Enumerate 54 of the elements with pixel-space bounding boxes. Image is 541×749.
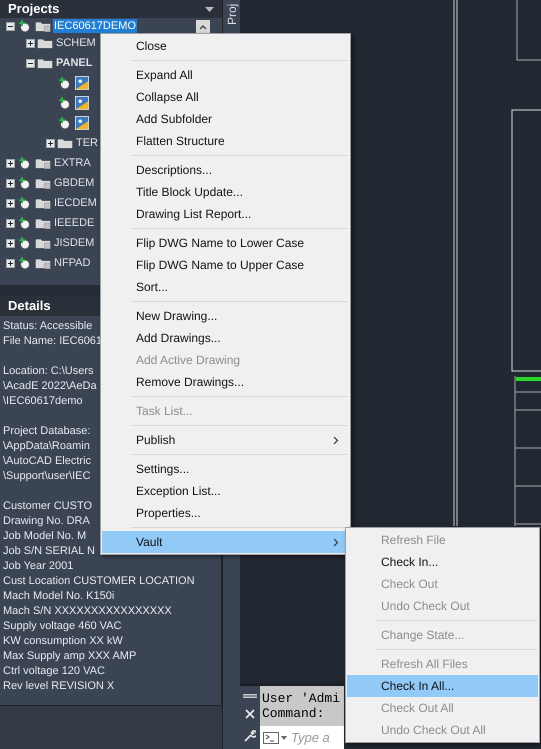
detail-text: Job Model No. M	[3, 529, 86, 544]
menu-item[interactable]: Check In All...	[347, 675, 538, 697]
detail-text: Mach Model No. K150i	[3, 589, 114, 604]
detail-text: \Support\user\IEC	[3, 469, 90, 484]
detail-text: Job S/N SERIAL N	[3, 544, 95, 559]
command-history: User 'Admi Command:	[260, 686, 344, 726]
menu-item[interactable]: Collapse All	[102, 86, 349, 108]
menu-item[interactable]: Expand All	[102, 64, 349, 86]
menu-item[interactable]: Flip DWG Name to Lower Case	[102, 232, 349, 254]
detail-text: \AppData\Roamin	[3, 439, 90, 454]
detail-text: Job Year 2001	[3, 559, 74, 574]
detail-text: KW consumption XX kW	[3, 634, 123, 649]
menu-item[interactable]: Publish	[102, 429, 349, 451]
tree-item[interactable]: SCHEM	[55, 36, 97, 50]
tree-item[interactable]: IEEEDE	[53, 216, 96, 230]
tree-item[interactable]: NFPAD	[53, 256, 92, 270]
menu-item[interactable]: Close	[102, 35, 349, 57]
menu-item[interactable]: Exception List...	[102, 480, 349, 502]
menu-item[interactable]: Add Subfolder	[102, 108, 349, 130]
menu-item[interactable]: Check In...	[347, 551, 538, 573]
detail-text: Rev level REVISION X	[3, 679, 114, 694]
detail-text: Customer CUSTO	[3, 499, 92, 514]
detail-text: \IEC60617demo	[3, 394, 82, 409]
menu-item[interactable]: Title Block Update...	[102, 181, 349, 203]
detail-text: Location: C:\Users	[3, 364, 94, 379]
detail-text: Ctrl voltage 120 VAC	[3, 664, 105, 679]
menu-item[interactable]: Descriptions...	[102, 159, 349, 181]
menu-item[interactable]: Settings...	[102, 458, 349, 480]
detail-text: \AcadE 2022\AeDa	[3, 379, 97, 394]
tree-item[interactable]: PANEL	[55, 56, 94, 70]
tree-item[interactable]: GBDEM	[53, 176, 96, 190]
menu-item[interactable]: Properties...	[102, 502, 349, 524]
detail-text: \AutoCAD Electric	[3, 454, 92, 469]
detail-text: Status: Accessible	[3, 319, 92, 334]
menu-item[interactable]: Flatten Structure	[102, 130, 349, 152]
tree-item[interactable]: IEC60617DEMO	[53, 19, 137, 33]
detail-text: File Name: IEC6061	[3, 334, 102, 349]
panel-header: Projects	[0, 0, 222, 18]
detail-text: Drawing No. DRA	[3, 514, 90, 529]
side-tab[interactable]: Proj	[222, 0, 240, 25]
tree-item[interactable]: JISDEM	[53, 236, 96, 250]
detail-text: Supply voltage 460 VAC	[3, 619, 122, 634]
tree-item[interactable]: IECDEM	[53, 196, 98, 210]
detail-text: Project Database:	[3, 424, 90, 439]
tree-item[interactable]: EXTRA	[53, 156, 92, 170]
menu-item[interactable]: Flip DWG Name to Upper Case	[102, 254, 349, 276]
detail-text: Max Supply amp XXX AMP	[3, 649, 136, 664]
menu-item[interactable]: Remove Drawings...	[102, 371, 349, 393]
menu-item[interactable]: Drawing List Report...	[102, 203, 349, 225]
detail-text: Cust Location CUSTOMER LOCATION	[3, 574, 195, 589]
tree-item[interactable]: TER	[75, 136, 99, 150]
menu-item[interactable]: Add Drawings...	[102, 327, 349, 349]
menu-item[interactable]: Sort...	[102, 276, 349, 298]
detail-text: Mach S/N XXXXXXXXXXXXXXXX	[3, 604, 172, 619]
